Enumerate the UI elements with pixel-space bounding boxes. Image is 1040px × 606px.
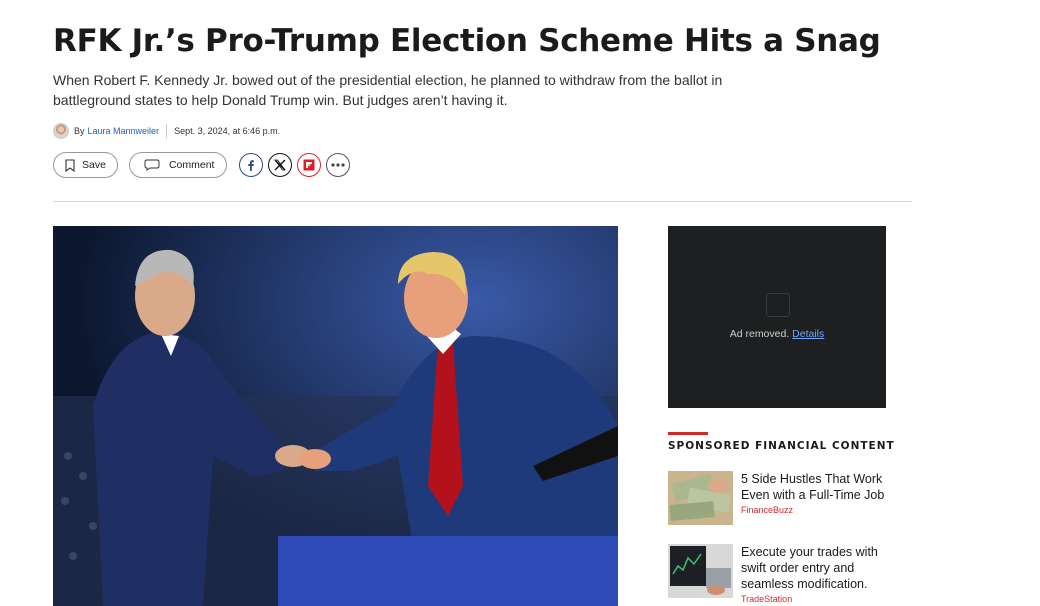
- sponsored-heading: SPONSORED FINANCIAL CONTENT: [668, 440, 895, 452]
- comment-icon: [144, 159, 160, 171]
- sponsored-title[interactable]: 5 Side Hustles That Work Even with a Ful…: [741, 471, 891, 503]
- article-dek: When Robert F. Kennedy Jr. bowed out of …: [53, 72, 723, 108]
- author-link[interactable]: Laura Mannweiler: [88, 126, 160, 136]
- flipboard-share-button[interactable]: [297, 153, 322, 177]
- hero-photo-illustration: [53, 226, 618, 606]
- byline-prefix: By: [74, 126, 85, 136]
- publish-timestamp: Sept. 3, 2024, at 6:46 p.m.: [174, 126, 281, 136]
- flipboard-icon: [303, 159, 315, 171]
- ad-removed-label: Ad removed.: [729, 328, 790, 340]
- byline-separator: [166, 124, 168, 138]
- ad-placeholder: Ad removed. Details: [668, 226, 886, 408]
- ad-removed-text: Ad removed. Details: [668, 328, 886, 340]
- article-headline: RFK Jr.’s Pro-Trump Election Scheme Hits…: [53, 23, 881, 59]
- ad-details-link[interactable]: Details: [792, 328, 824, 340]
- bookmark-icon: [65, 158, 75, 172]
- x-share-button[interactable]: [268, 153, 293, 177]
- trading-image-icon: [668, 544, 733, 598]
- sponsored-thumbnail[interactable]: [668, 471, 733, 525]
- x-icon: [274, 159, 287, 171]
- sponsored-item[interactable]: Execute your trades with swift order ent…: [668, 544, 891, 604]
- author-avatar[interactable]: [53, 123, 69, 139]
- cash-image-icon: [668, 471, 733, 525]
- save-button[interactable]: Save: [53, 152, 118, 178]
- sponsored-source: TradeStation: [741, 594, 793, 604]
- save-label: Save: [82, 159, 106, 171]
- more-share-button[interactable]: [326, 153, 351, 177]
- sponsored-source: FinanceBuzz: [741, 505, 794, 515]
- sponsored-item[interactable]: 5 Side Hustles That Work Even with a Ful…: [668, 471, 891, 525]
- header-divider: [53, 201, 912, 202]
- sponsored-title[interactable]: Execute your trades with swift order ent…: [741, 544, 891, 592]
- more-icon: [331, 163, 346, 167]
- sponsored-accent-bar: [668, 432, 708, 435]
- article-actions: Save Comment: [53, 152, 355, 178]
- facebook-icon: [248, 160, 255, 171]
- byline: By Laura Mannweiler Sept. 3, 2024, at 6:…: [53, 121, 280, 141]
- sponsored-thumbnail[interactable]: [668, 544, 733, 598]
- facebook-share-button[interactable]: [239, 153, 264, 177]
- comment-label: Comment: [168, 159, 215, 171]
- comment-button[interactable]: Comment: [128, 152, 228, 178]
- hero-image[interactable]: [53, 226, 618, 606]
- ad-icon: [766, 293, 790, 317]
